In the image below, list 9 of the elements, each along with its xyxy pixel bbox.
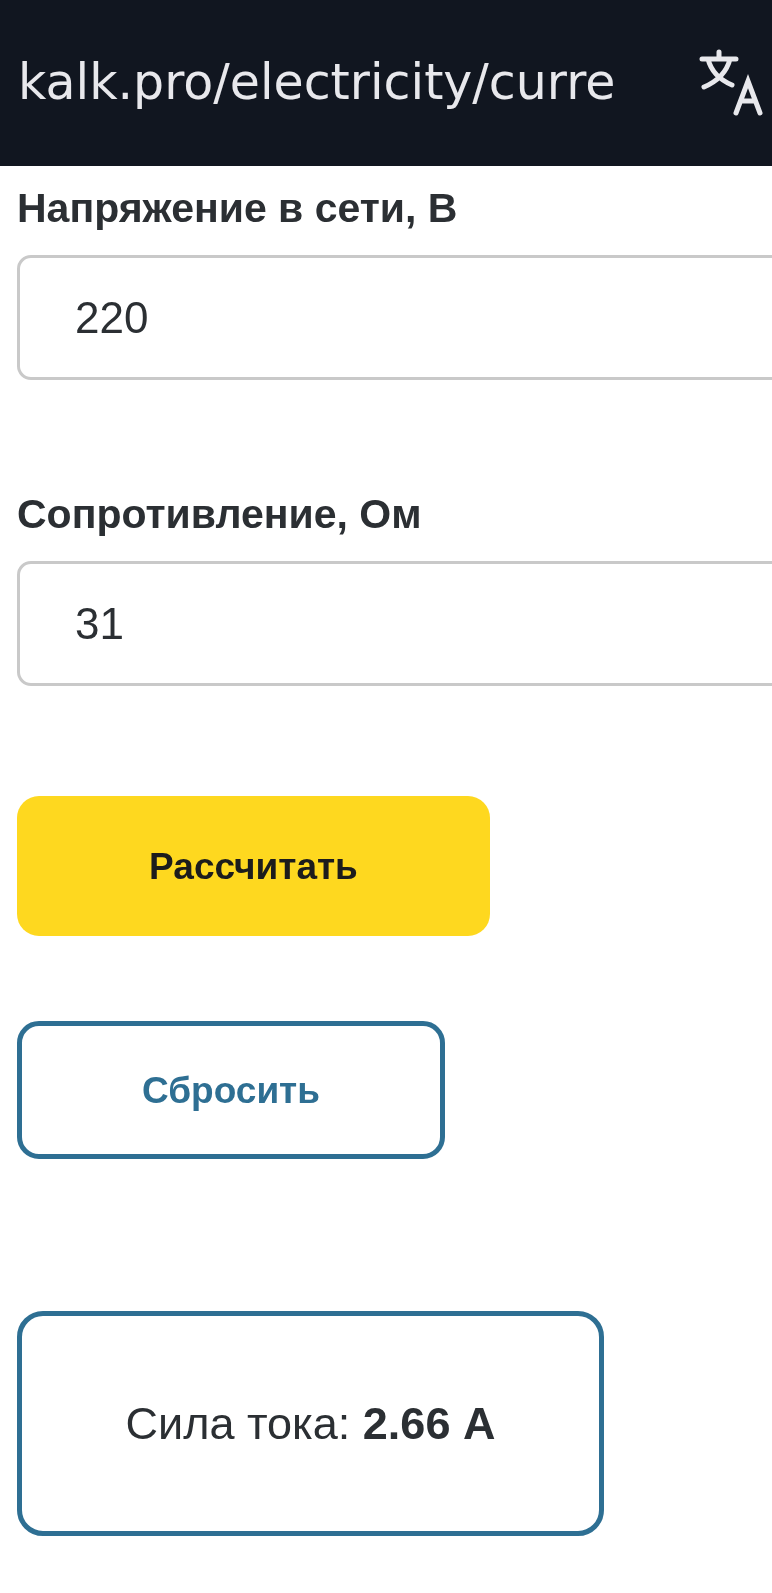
input-field[interactable]: 31 [17,561,772,687]
translate-icon[interactable] [698,49,766,117]
calculate-button[interactable]: Рассчитать [17,796,490,937]
field-label: Напряжение в сети, В [17,184,459,233]
result-text: Сила тока: 2.66 А [125,1397,496,1452]
input-field[interactable]: 220 [17,255,772,381]
field-label: Сопротивление, Ом [17,490,423,540]
reset-button[interactable]: Сбросить [17,1021,445,1160]
url-text[interactable]: kalk.pro/electricity/curre [18,46,690,120]
